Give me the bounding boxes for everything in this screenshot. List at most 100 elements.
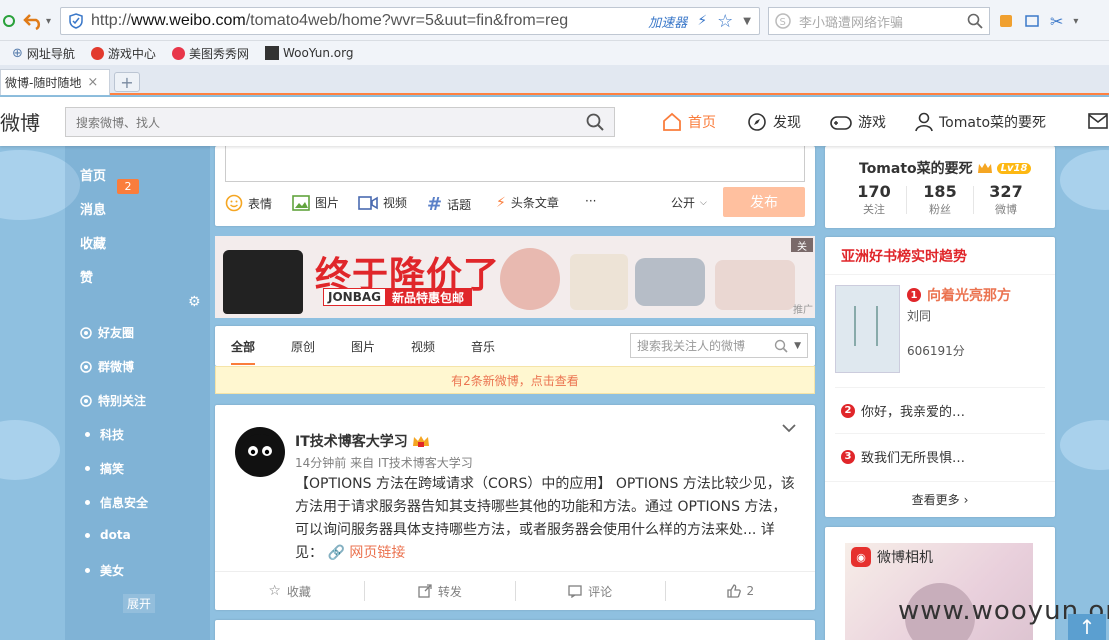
comment-button[interactable]: 评论 xyxy=(516,581,666,601)
nav-home[interactable]: 首页 xyxy=(662,111,716,133)
post-web-link[interactable]: 🔗 网页链接 xyxy=(327,545,405,561)
friends-count-badge: 2 xyxy=(117,179,139,194)
scissors-icon[interactable]: ✂ xyxy=(1050,12,1063,31)
avatar[interactable] xyxy=(235,427,285,477)
address-bar[interactable]: http://www.weibo.com/tomato4web/home?wvr… xyxy=(60,7,760,35)
weibo-search-input[interactable]: 搜索微博、找人 xyxy=(76,114,586,131)
gear-icon[interactable]: ⚙ xyxy=(188,294,201,310)
stat-label: 微博 xyxy=(995,203,1017,216)
mail-icon[interactable] xyxy=(1088,113,1108,129)
left-group-special[interactable]: 特别关注 xyxy=(80,392,146,409)
repost-button[interactable]: 转发 xyxy=(365,581,516,601)
see-more-link[interactable]: 查看更多 › xyxy=(825,481,1055,517)
dropdown-icon[interactable]: ▼ xyxy=(794,341,801,351)
promo-banner[interactable]: 终于降价了 JONBAG 新品特惠包邮 关 推广 xyxy=(215,236,815,318)
camera-label[interactable]: ◉ 微博相机 xyxy=(851,547,933,567)
dropdown-icon[interactable]: ▼ xyxy=(743,16,751,27)
search-engine-icon[interactable]: S xyxy=(775,13,791,29)
stat-posts[interactable]: 327 微博 xyxy=(973,182,1039,217)
bookmark-wooyun[interactable]: WooYun.org xyxy=(264,46,353,60)
favorite-button[interactable]: ☆ 收藏 xyxy=(215,581,366,601)
group-icon xyxy=(80,360,92,373)
promo-close-button[interactable]: 关 xyxy=(791,238,813,253)
tab-close-icon[interactable]: × xyxy=(87,75,98,90)
extension-icon[interactable] xyxy=(998,13,1014,29)
left-sub-funny[interactable]: 搞笑 xyxy=(85,460,124,477)
tool-image[interactable]: 图片 xyxy=(292,194,339,211)
nav-discover[interactable]: 发现 xyxy=(747,111,801,133)
publish-button[interactable]: 发布 xyxy=(723,187,805,217)
tool-video[interactable]: 视频 xyxy=(358,194,407,211)
tab-weibo[interactable]: 微博-随时随地 × xyxy=(0,69,110,95)
nav-profile[interactable]: Tomato菜的要死 xyxy=(915,111,1046,133)
search-icon[interactable] xyxy=(774,339,788,353)
nav-games[interactable]: 游戏 xyxy=(830,111,886,133)
left-group-label: 特别关注 xyxy=(98,394,147,408)
book-item-2[interactable]: 2 你好，我亲爱的… xyxy=(835,387,1045,433)
left-sub-beauty[interactable]: 美女 xyxy=(85,562,124,579)
left-sub-tech[interactable]: 科技 xyxy=(85,426,124,443)
book-item-1[interactable]: 1 向着光亮那方 xyxy=(907,285,1011,305)
bg-cloud xyxy=(1060,420,1109,470)
post-meta[interactable]: 14分钟前 来自 IT技术博客大学习 xyxy=(295,454,473,471)
feed-tab-videos[interactable]: 视频 xyxy=(411,338,435,355)
left-nav-favorites[interactable]: 收藏 xyxy=(80,233,106,252)
bookmark-meitu[interactable]: 美图秀秀网 xyxy=(171,45,249,62)
tool-more[interactable]: ··· xyxy=(585,194,596,208)
feed-search-box[interactable]: 搜索我关注人的微博 ▼ xyxy=(630,333,808,358)
tool-article[interactable]: ⚡ 头条文章 xyxy=(496,194,559,211)
composer-textarea[interactable] xyxy=(225,146,805,182)
feed-tab-images[interactable]: 图片 xyxy=(351,338,375,355)
toolbar-extensions: ✂ ▾ xyxy=(998,10,1109,32)
feed-tab-original[interactable]: 原创 xyxy=(291,338,315,355)
book-item-3[interactable]: 3 致我们无所畏惧… xyxy=(835,433,1045,479)
back-dropdown-icon[interactable]: ▾ xyxy=(46,16,51,27)
weibo-search-box[interactable]: 搜索微博、找人 xyxy=(65,107,615,137)
tool-label: 视频 xyxy=(383,196,408,210)
browser-search-box[interactable]: S 李小璐遭网络诈骗 xyxy=(768,7,990,35)
left-nav-likes[interactable]: 赞 xyxy=(80,267,93,286)
weibo-logo[interactable]: 微博 xyxy=(0,107,40,136)
back-icon[interactable] xyxy=(22,12,44,30)
left-group-groups[interactable]: 群微博 xyxy=(80,358,134,375)
left-nav-messages[interactable]: 消息 xyxy=(80,199,106,218)
back-to-top-button[interactable]: ↑ xyxy=(1068,614,1106,640)
url-text[interactable]: http://www.weibo.com/tomato4web/home?wvr… xyxy=(91,12,568,30)
post-composer: 表情 图片 视频 # 话题 ⚡ 头条文章 ··· 公开 ⌵ 发布 xyxy=(215,146,815,226)
profile-name[interactable]: Tomato菜的要死 Lv18 xyxy=(859,158,1032,178)
new-tab-button[interactable]: + xyxy=(114,72,140,92)
expand-button[interactable]: 展开 xyxy=(123,594,156,613)
stat-followers[interactable]: 185 粉丝 xyxy=(907,182,973,217)
bullet-icon xyxy=(85,466,90,471)
stat-following[interactable]: 170 关注 xyxy=(841,182,907,217)
action-label: 评论 xyxy=(588,584,613,599)
search-icon[interactable] xyxy=(586,113,604,131)
new-posts-notice[interactable]: 有2条新微博，点击查看 xyxy=(215,366,815,394)
chevron-down-icon[interactable] xyxy=(781,423,797,433)
tool-emoji[interactable]: 表情 xyxy=(225,194,272,212)
level-badge[interactable]: Lv18 xyxy=(996,162,1032,174)
star-icon[interactable]: ☆ xyxy=(717,11,733,32)
left-group-friends[interactable]: 好友圈 xyxy=(80,324,134,341)
accelerator-label[interactable]: 加速器 xyxy=(648,12,687,31)
like-button[interactable]: 2 xyxy=(666,581,815,601)
bookmark-games[interactable]: 游戏中心 xyxy=(90,45,156,62)
feed-tab-all[interactable]: 全部 xyxy=(231,338,256,365)
visibility-dropdown[interactable]: 公开 ⌵ xyxy=(671,194,707,211)
browser-search-input[interactable]: 李小璐遭网络诈骗 xyxy=(799,12,967,31)
book-ranking-header[interactable]: 亚洲好书榜实时趋势 xyxy=(825,237,1055,275)
feed-search-input[interactable]: 搜索我关注人的微博 xyxy=(637,337,774,354)
menu-dropdown-icon[interactable]: ▾ xyxy=(1073,16,1078,27)
screenshot-icon[interactable] xyxy=(1024,13,1040,29)
bookmark-nav[interactable]: ⊕ 网址导航 xyxy=(12,45,75,62)
post-author[interactable]: IT技术博客大学习 xyxy=(295,431,430,451)
book-cover-image[interactable] xyxy=(835,285,900,373)
feed-tab-music[interactable]: 音乐 xyxy=(471,338,495,355)
lightning-icon[interactable]: ⚡ xyxy=(697,13,707,29)
left-nav-home[interactable]: 首页 xyxy=(80,165,106,184)
left-sub-security[interactable]: 信息安全 xyxy=(85,494,148,511)
reload-icon[interactable] xyxy=(2,14,16,28)
tool-topic[interactable]: # 话题 xyxy=(427,194,471,215)
left-sub-dota[interactable]: dota xyxy=(85,528,131,542)
search-icon[interactable] xyxy=(967,13,983,29)
